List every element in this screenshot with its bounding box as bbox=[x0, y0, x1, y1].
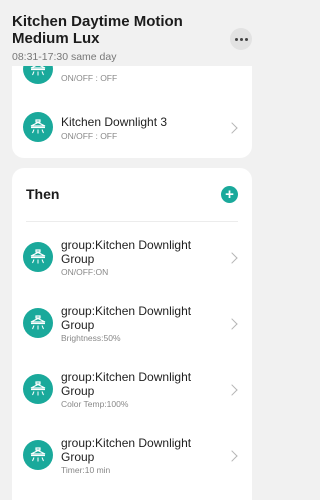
downlight-icon bbox=[23, 112, 53, 142]
action-row[interactable]: group:Kitchen Downlight Group ON/OFF:ON bbox=[12, 234, 252, 284]
action-row[interactable]: group:Kitchen Downlight Group Timer:10 m… bbox=[12, 432, 252, 482]
downlight-icon bbox=[23, 440, 53, 470]
action-status: Timer:10 min bbox=[61, 465, 111, 475]
chevron-right-icon bbox=[226, 384, 238, 396]
condition-status: ON/OFF : OFF bbox=[61, 131, 118, 141]
action-status: Color Temp:100% bbox=[61, 399, 129, 409]
divider bbox=[26, 221, 238, 222]
condition-device-name: Kitchen Downlight 3 bbox=[61, 115, 168, 129]
condition-row[interactable]: Kitchen Downlight 3 ON/OFF : OFF bbox=[12, 106, 252, 150]
action-row[interactable]: group:Kitchen Downlight Group Brightness… bbox=[12, 300, 252, 350]
condition-status: ON/OFF : OFF bbox=[61, 73, 118, 83]
chevron-right-icon bbox=[226, 122, 238, 134]
downlight-icon bbox=[23, 374, 53, 404]
action-status: ON/OFF:ON bbox=[61, 267, 109, 277]
more-icon bbox=[234, 37, 248, 41]
action-device-name: group:Kitchen Downlight Group bbox=[61, 304, 192, 332]
add-action-button[interactable]: + bbox=[221, 186, 238, 203]
action-device-name: group:Kitchen Downlight Group bbox=[61, 370, 192, 398]
header: Kitchen Daytime Motion Medium Lux 08:31-… bbox=[0, 0, 264, 66]
action-device-name: group:Kitchen Downlight Group bbox=[61, 436, 192, 464]
action-status: Brightness:50% bbox=[61, 333, 121, 343]
chevron-right-icon bbox=[226, 252, 238, 264]
more-options-button[interactable] bbox=[230, 28, 252, 50]
downlight-icon bbox=[23, 242, 53, 272]
schedule-text: 08:31-17:30 same day bbox=[12, 51, 117, 63]
downlight-icon bbox=[23, 308, 53, 338]
chevron-right-icon bbox=[226, 318, 238, 330]
action-row[interactable]: group:Kitchen Downlight Group Color Temp… bbox=[12, 366, 252, 416]
page-title: Kitchen Daytime Motion Medium Lux bbox=[12, 13, 183, 47]
chevron-right-icon bbox=[226, 450, 238, 462]
plus-icon: + bbox=[225, 185, 234, 203]
action-device-name: group:Kitchen Downlight Group bbox=[61, 238, 192, 266]
then-heading: Then bbox=[26, 186, 60, 202]
then-card: Then + group:Kitchen Downlight Group ON/… bbox=[12, 168, 252, 500]
